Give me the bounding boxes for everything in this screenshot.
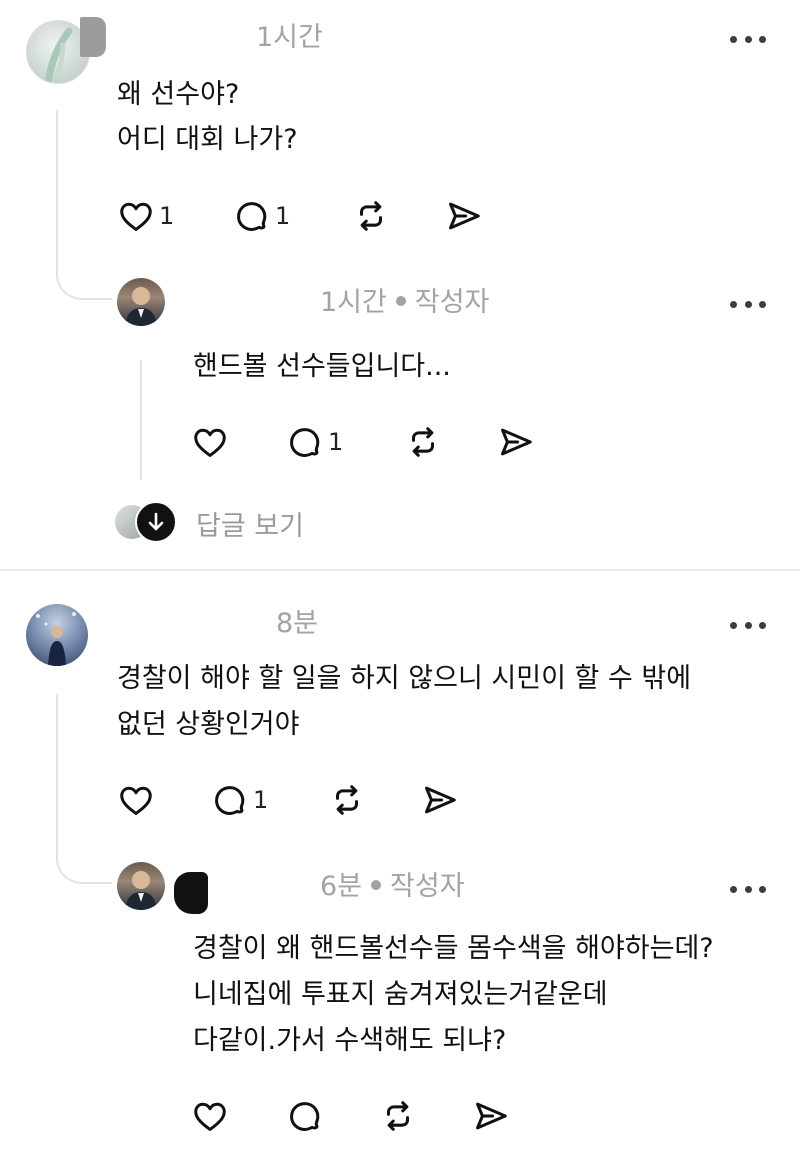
comment-time: 1시간 (320, 287, 387, 318)
comment-meta: 1시간 작성자 (320, 289, 489, 316)
avatar[interactable] (117, 278, 165, 326)
heart-icon (194, 1102, 226, 1131)
repost-button[interactable] (379, 1096, 417, 1136)
share-button[interactable] (420, 780, 460, 820)
comment-line: 경찰이 해야 할 일을 하지 않으니 시민이 할 수 밖에 (117, 663, 692, 694)
separator-dot (371, 880, 382, 890)
avatar[interactable] (117, 862, 165, 910)
more-options-button[interactable] (730, 618, 766, 632)
share-button[interactable] (444, 196, 484, 236)
speech-bubble-icon (290, 428, 320, 457)
redaction-mark (174, 872, 208, 914)
more-options-button[interactable] (730, 32, 766, 46)
like-button[interactable]: 1 (117, 196, 174, 236)
thread-connector (56, 258, 112, 300)
author-badge: 작성자 (390, 871, 465, 902)
comment-line: 핸드볼 선수들입니다... (193, 351, 451, 382)
thread-line (56, 110, 58, 258)
repost-button[interactable] (352, 196, 390, 236)
send-paper-plane-icon (449, 202, 480, 230)
more-horizontal-icon (730, 885, 737, 893)
avatar-image (125, 287, 157, 326)
more-horizontal-icon (730, 35, 737, 43)
repost-arrows-icon (335, 785, 359, 815)
repost-arrows-icon (386, 1101, 410, 1131)
thread-connector (56, 842, 112, 884)
reply-button[interactable]: 1 (233, 196, 290, 236)
share-button[interactable] (496, 422, 536, 462)
reply-button[interactable]: 1 (286, 422, 343, 462)
comment-meta: 8분 (276, 610, 318, 637)
speech-bubble-icon (237, 202, 267, 231)
thread-line (56, 694, 58, 842)
heart-icon (120, 202, 152, 231)
thread-line (140, 360, 142, 480)
reply-button[interactable]: 1 (211, 780, 268, 820)
view-replies-button[interactable]: 답글 보기 (113, 500, 333, 543)
comment-text: 왜 선수야? 어디 대회 나가? (117, 72, 298, 162)
comment-line: 다같이.가서 수색해도 되냐? (193, 1025, 507, 1056)
view-replies-label: 답글 보기 (196, 511, 304, 542)
like-count: 1 (159, 202, 175, 230)
reply-count: 1 (253, 786, 269, 814)
separator-dot (395, 296, 406, 306)
more-horizontal-icon (730, 621, 737, 629)
avatar-image (36, 612, 76, 666)
avatar[interactable] (26, 604, 88, 666)
username-fragment (80, 17, 106, 57)
comment-text: 핸드볼 선수들입니다... (193, 344, 451, 389)
speech-bubble-icon (290, 1102, 320, 1131)
more-options-button[interactable] (730, 882, 766, 896)
reply-count: 1 (275, 202, 291, 230)
more-horizontal-icon (730, 300, 737, 308)
heart-icon (194, 428, 226, 457)
repost-button[interactable] (328, 780, 366, 820)
comment-meta: 1시간 (256, 24, 323, 51)
like-button[interactable] (191, 1096, 229, 1136)
arrow-down-icon (135, 501, 177, 543)
like-button[interactable] (117, 780, 155, 820)
send-paper-plane-icon (501, 428, 532, 456)
heart-icon (120, 786, 152, 815)
send-paper-plane-icon (425, 786, 456, 814)
avatar-image (125, 871, 157, 910)
author-badge: 작성자 (414, 287, 490, 318)
repost-arrows-icon (359, 201, 383, 231)
comment-time: 8분 (276, 608, 319, 639)
redacted-username (94, 18, 244, 58)
send-paper-plane-icon (476, 1102, 507, 1130)
comment-meta: 6분 작성자 (320, 873, 465, 900)
reply-count: 1 (328, 428, 344, 456)
repost-button[interactable] (404, 422, 442, 462)
comment-text: 경찰이 왜 핸드볼선수들 몸수색을 해야하는데? 니네집에 투표지 숨겨져있는거… (193, 926, 714, 1064)
comment-line: 왜 선수야? (117, 79, 240, 110)
comment-text: 경찰이 해야 할 일을 하지 않으니 시민이 할 수 밖에 없던 상황인거야 (117, 656, 691, 748)
more-options-button[interactable] (730, 297, 766, 311)
share-button[interactable] (471, 1096, 511, 1136)
comment-line: 경찰이 왜 핸드볼선수들 몸수색을 해야하는데? (193, 933, 714, 964)
comment-time: 1시간 (256, 22, 323, 53)
comment-time: 6분 (320, 871, 363, 902)
redacted-username (100, 604, 268, 644)
comment-line: 니네집에 투표지 숨겨져있는거같운데 (193, 979, 608, 1010)
speech-bubble-icon (215, 786, 245, 815)
like-button[interactable] (191, 422, 229, 462)
repost-arrows-icon (411, 427, 435, 457)
comment-line: 어디 대회 나가? (117, 124, 298, 155)
reply-button[interactable] (286, 1096, 324, 1136)
comment-line: 없던 상황인거야 (117, 709, 300, 740)
comment-divider (0, 569, 800, 571)
